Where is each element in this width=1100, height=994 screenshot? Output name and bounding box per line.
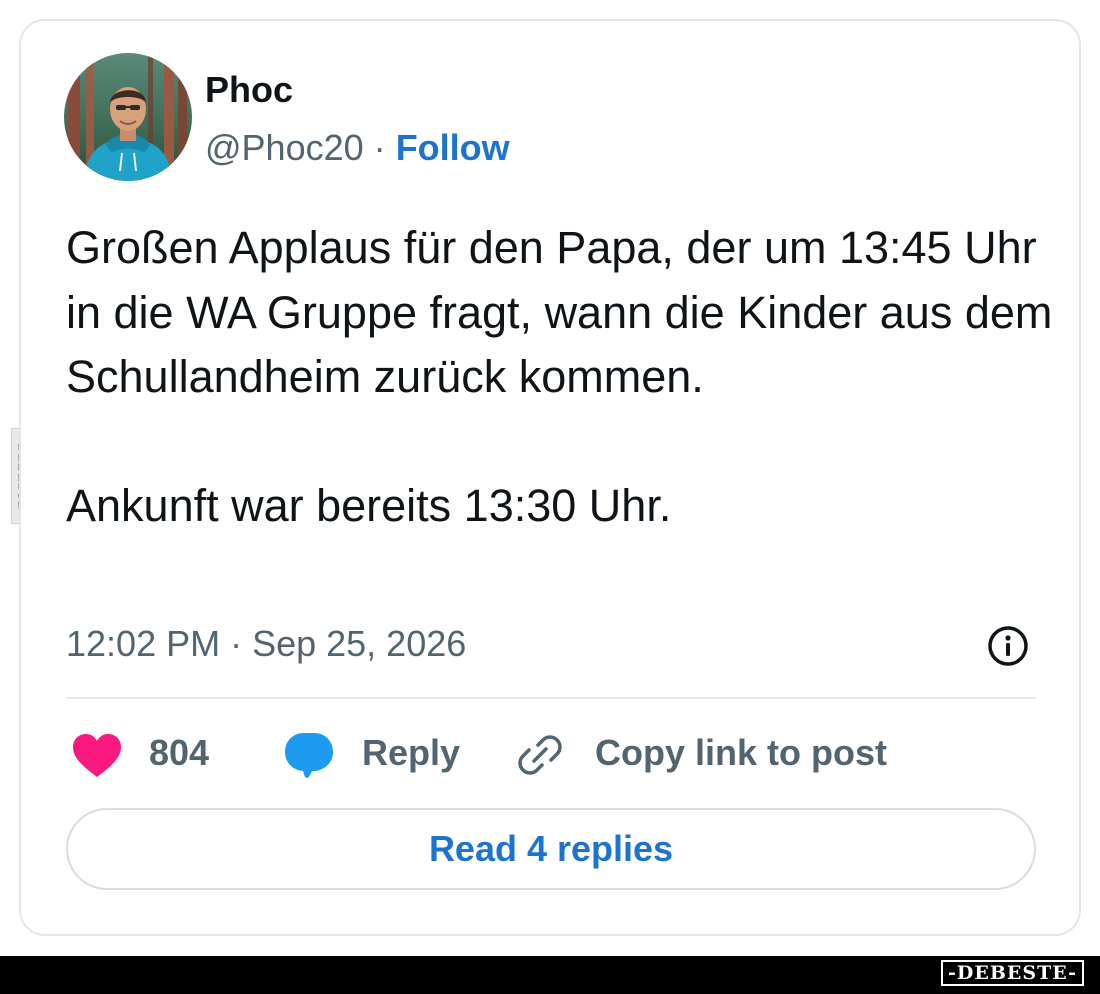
reply-bubble-icon[interactable] bbox=[283, 731, 335, 779]
author-handle-line: @Phoc20 · Follow bbox=[205, 127, 510, 169]
read-replies-button[interactable]: Read 4 replies bbox=[66, 808, 1036, 890]
footer-bar: -DEBESTE- bbox=[0, 956, 1100, 994]
heart-icon[interactable] bbox=[71, 733, 123, 779]
tweet-text: Großen Applaus für den Papa, der um 13:4… bbox=[66, 216, 1056, 538]
author-name[interactable]: Phoc bbox=[205, 69, 293, 111]
author-handle[interactable]: @Phoc20 bbox=[205, 127, 364, 168]
likes-count[interactable]: 804 bbox=[149, 732, 209, 774]
footer-watermark-logo: -DEBESTE- bbox=[941, 960, 1084, 986]
info-icon[interactable] bbox=[987, 625, 1029, 667]
reply-button[interactable]: Reply bbox=[362, 732, 460, 774]
link-icon[interactable] bbox=[516, 731, 564, 779]
tweet-paragraph: Großen Applaus für den Papa, der um 13:4… bbox=[66, 222, 1053, 402]
divider bbox=[66, 697, 1036, 699]
handle-separator: · bbox=[373, 127, 386, 168]
tweet-timestamp[interactable]: 12:02 PM · Sep 25, 2026 bbox=[66, 623, 466, 665]
follow-button[interactable]: Follow bbox=[396, 127, 510, 168]
copy-link-button[interactable]: Copy link to post bbox=[595, 732, 887, 774]
tweet-card: Phoc @Phoc20 · Follow Großen Applaus für… bbox=[19, 19, 1081, 936]
avatar[interactable] bbox=[64, 53, 192, 181]
tweet-paragraph: Ankunft war bereits 13:30 Uhr. bbox=[66, 479, 672, 531]
page: DEBESTE bbox=[0, 0, 1100, 994]
